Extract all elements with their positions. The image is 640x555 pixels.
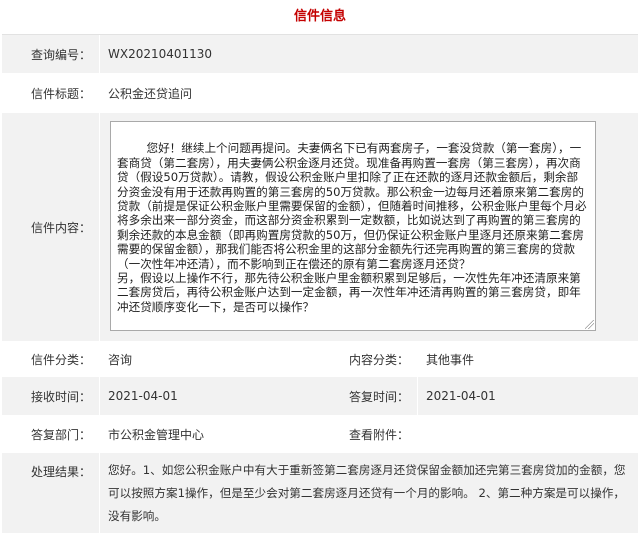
query-id-label: 查询编号： [2,35,100,73]
content-textarea[interactable]: 您好！继续上个问题再提问。夫妻俩名下已有两套房子，一套没贷款（第一套房），一套商… [110,121,596,331]
content-category-label: 内容分类： [320,342,418,376]
letter-title-label: 信件标题： [2,74,100,112]
received-time-cell: 接收时间： 2021-04-01 [2,377,320,415]
row-category: 信件分类： 咨询 内容分类： 其他事件 [2,342,638,377]
reply-dept-cell: 答复部门： 市公积金管理中心 [2,416,320,452]
attachments-label: 查看附件： [320,416,418,452]
reply-time-label: 答复时间： [320,377,418,415]
reply-dept-label: 答复部门： [2,416,100,452]
attachments-cell: 查看附件： [320,416,638,452]
category-cell: 信件分类： 咨询 [2,342,320,376]
result-value: 您好。1、如您公积金账户中有大于重新签第二套房逐月还贷保留金额加还完第三套房贷加… [100,453,638,533]
query-id-value: WX20210401130 [100,35,638,73]
content-text: 您好！继续上个问题再提问。夫妻俩名下已有两套房子，一套没贷款（第一套房），一套商… [117,141,587,314]
category-label: 信件分类： [2,342,100,376]
reply-time-value: 2021-04-01 [418,377,638,415]
page-title: 信件信息 [2,0,638,35]
content-label: 信件内容： [2,113,100,341]
row-query-id: 查询编号： WX20210401130 [2,35,638,74]
letter-detail-page: 信件信息 查询编号： WX20210401130 信件标题： 公积金还贷追问 信… [0,0,640,555]
row-letter-title: 信件标题： 公积金还贷追问 [2,74,638,113]
received-time-value: 2021-04-01 [100,377,320,415]
result-label: 处理结果： [2,453,100,533]
attachments-value[interactable] [418,416,638,452]
content-category-cell: 内容分类： 其他事件 [320,342,638,376]
letter-title-value: 公积金还贷追问 [108,86,193,101]
row-letter-content: 信件内容： 您好！继续上个问题再提问。夫妻俩名下已有两套房子，一套没贷款（第一套… [2,113,638,342]
reply-time-cell: 答复时间： 2021-04-01 [320,377,638,415]
content-category-value: 其他事件 [426,352,475,367]
row-result: 处理结果： 您好。1、如您公积金账户中有大于重新签第二套房逐月还贷保留金额加还完… [2,453,638,534]
row-dates: 接收时间： 2021-04-01 答复时间： 2021-04-01 [2,377,638,416]
row-department: 答复部门： 市公积金管理中心 查看附件： [2,416,638,453]
resize-grip-icon[interactable] [585,320,594,329]
reply-dept-value: 市公积金管理中心 [108,427,205,442]
content-cell: 您好！继续上个问题再提问。夫妻俩名下已有两套房子，一套没贷款（第一套房），一套商… [100,113,638,341]
received-time-label: 接收时间： [2,377,100,415]
category-value: 咨询 [108,352,133,367]
